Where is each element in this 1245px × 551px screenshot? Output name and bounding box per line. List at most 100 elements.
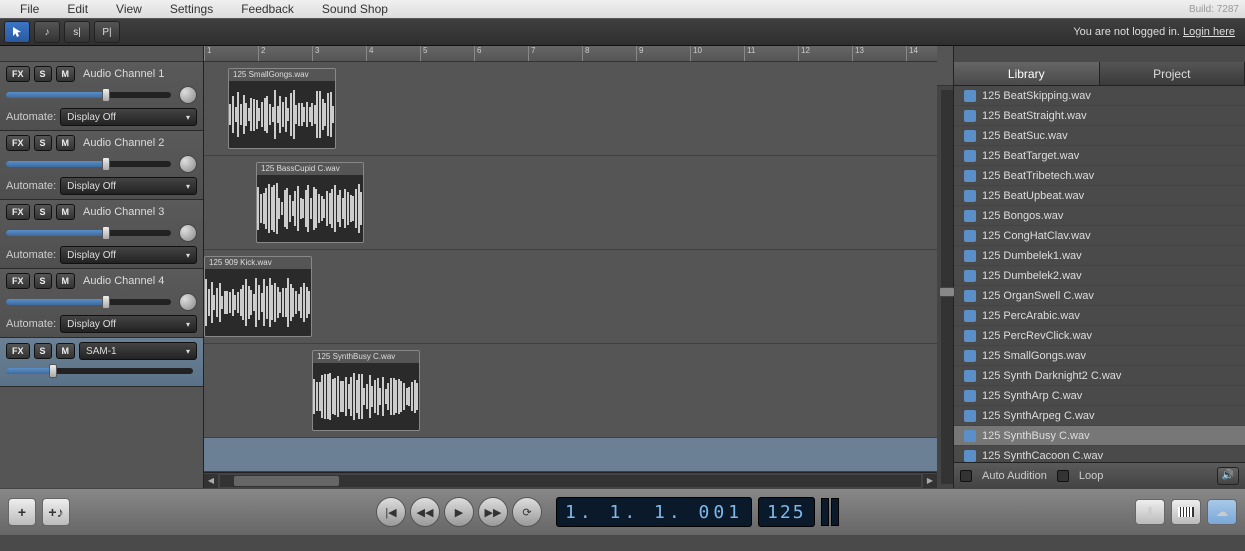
library-item[interactable]: 125 SmallGongs.wav [954,346,1245,366]
scroll-right-icon[interactable]: ▶ [923,474,937,488]
library-item[interactable]: 125 SynthCacoon C.wav [954,446,1245,462]
pan-knob[interactable] [179,293,197,311]
menu-view[interactable]: View [102,0,156,18]
library-item[interactable]: 125 BeatTarget.wav [954,146,1245,166]
timeline-ruler[interactable]: 1234567891011121314 [204,46,937,62]
channel-4[interactable]: FX S M Audio Channel 4 Automate: Display… [0,269,203,338]
tab-library[interactable]: Library [954,62,1100,85]
add-instrument-button[interactable]: +♪ [42,498,70,526]
channel-2[interactable]: FX S M Audio Channel 2 Automate: Display… [0,131,203,200]
pan-knob[interactable] [179,224,197,242]
library-item[interactable]: 125 SynthBusy C.wav [954,426,1245,446]
mute-button[interactable]: M [56,135,76,151]
library-list[interactable]: 125 BeatSkipping.wav125 BeatStraight.wav… [954,86,1245,462]
automate-select[interactable]: Display Off▾ [60,108,197,126]
scrollbar-track[interactable] [220,475,921,487]
audio-clip[interactable]: 125 SynthBusy C.wav [312,350,420,431]
tool-split[interactable]: s| [64,21,90,43]
scroll-left-icon[interactable]: ◀ [204,474,218,488]
library-item[interactable]: 125 BeatTribetech.wav [954,166,1245,186]
track-row[interactable]: 125 BassCupid C.wav [204,156,937,250]
track-row[interactable]: 125 909 Kick.wav [204,250,937,344]
menu-file[interactable]: File [6,0,53,18]
solo-button[interactable]: S [34,66,52,82]
tool-pencil[interactable]: P| [94,21,120,43]
solo-button[interactable]: S [34,204,52,220]
volume-slider[interactable] [6,92,171,98]
library-item[interactable]: 125 BeatSuc.wav [954,126,1245,146]
fx-button[interactable]: FX [6,135,30,151]
horizontal-scrollbar[interactable]: ◀ ▶ [204,472,937,488]
fast-forward-button[interactable]: ▶▶ [478,497,508,527]
go-to-start-button[interactable]: |◀ [376,497,406,527]
library-item[interactable]: 125 SynthArpeg C.wav [954,406,1245,426]
position-display[interactable]: 1. 1. 1. 001 [556,497,752,527]
library-item[interactable]: 125 PercRevClick.wav [954,326,1245,346]
menu-edit[interactable]: Edit [53,0,102,18]
solo-button[interactable]: S [34,135,52,151]
volume-slider[interactable] [6,299,171,305]
mute-button[interactable]: M [56,273,76,289]
library-item[interactable]: 125 BeatStraight.wav [954,106,1245,126]
loop-button[interactable]: ⟳ [512,497,542,527]
fx-button[interactable]: FX [6,343,30,359]
mixer-button[interactable]: ☁ [1207,499,1237,525]
mute-button[interactable]: M [56,204,76,220]
tab-project[interactable]: Project [1100,62,1245,85]
rewind-button[interactable]: ◀◀ [410,497,440,527]
fx-button[interactable]: FX [6,66,30,82]
vscroll-track[interactable] [941,90,953,484]
pan-knob[interactable] [179,155,197,173]
channel-3[interactable]: FX S M Audio Channel 3 Automate: Display… [0,200,203,269]
mute-button[interactable]: M [56,343,76,359]
library-item[interactable]: 125 Bongos.wav [954,206,1245,226]
automate-select[interactable]: Display Off▾ [60,177,197,195]
volume-slider[interactable] [6,161,171,167]
instrument-select[interactable]: SAM-1▾ [79,342,197,360]
auto-audition-checkbox[interactable] [960,470,972,482]
library-item[interactable]: 125 CongHatClav.wav [954,226,1245,246]
library-item[interactable]: 125 BeatSkipping.wav [954,86,1245,106]
tool-pointer[interactable] [4,21,30,43]
library-item[interactable]: 125 Dumbelek1.wav [954,246,1245,266]
tool-tuning-fork[interactable]: ♪ [34,21,60,43]
vertical-scrollbar[interactable] [937,46,953,488]
instrument-volume-slider[interactable] [6,368,193,374]
instrument-channel[interactable]: FX S M SAM-1▾ [0,338,203,387]
library-item[interactable]: 125 PercArabic.wav [954,306,1245,326]
keyboard-button[interactable] [1171,499,1201,525]
library-item[interactable]: 125 OrganSwell C.wav [954,286,1245,306]
audio-clip[interactable]: 125 BassCupid C.wav [256,162,364,243]
login-link[interactable]: Login here [1183,26,1235,38]
menu-settings[interactable]: Settings [156,0,227,18]
solo-button[interactable]: S [34,343,52,359]
track-row[interactable]: 125 SmallGongs.wav [204,62,937,156]
track-row[interactable] [204,438,937,472]
menu-sound-shop[interactable]: Sound Shop [308,0,402,18]
menu-feedback[interactable]: Feedback [227,0,308,18]
scrollbar-thumb[interactable] [234,476,339,486]
library-item[interactable]: 125 Synth Darknight2 C.wav [954,366,1245,386]
tempo-display[interactable]: 125 [758,497,815,527]
library-item[interactable]: 125 SynthArp C.wav [954,386,1245,406]
pan-knob[interactable] [179,86,197,104]
track-row[interactable]: 125 SynthBusy C.wav [204,344,937,438]
audio-clip[interactable]: 125 SmallGongs.wav [228,68,336,149]
loop-checkbox[interactable] [1057,470,1069,482]
channel-1[interactable]: FX S M Audio Channel 1 Automate: Display… [0,62,203,131]
automate-select[interactable]: Display Off▾ [60,246,197,264]
automate-select[interactable]: Display Off▾ [60,315,197,333]
volume-slider[interactable] [6,230,171,236]
mute-button[interactable]: M [56,66,76,82]
solo-button[interactable]: S [34,273,52,289]
speaker-icon[interactable]: 🔊 [1217,467,1239,485]
fx-button[interactable]: FX [6,204,30,220]
audio-clip[interactable]: 125 909 Kick.wav [204,256,312,337]
fx-button[interactable]: FX [6,273,30,289]
vscroll-thumb[interactable] [939,287,955,297]
play-button[interactable]: ▶ [444,497,474,527]
library-item[interactable]: 125 Dumbelek2.wav [954,266,1245,286]
download-button[interactable]: ⬇ [1135,499,1165,525]
add-track-button[interactable]: + [8,498,36,526]
library-item[interactable]: 125 BeatUpbeat.wav [954,186,1245,206]
